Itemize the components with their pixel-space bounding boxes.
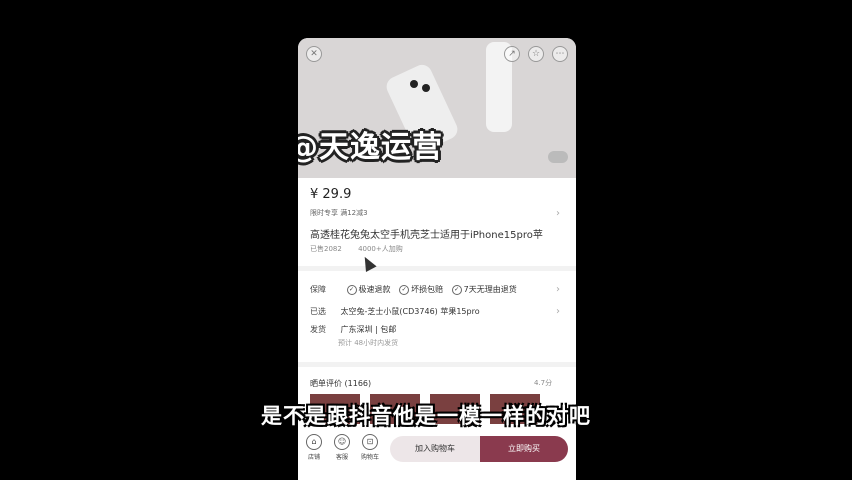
nav-store[interactable]: ⌂ 店铺	[300, 434, 328, 461]
sold-count: 已售2082	[310, 245, 342, 253]
check-icon: ✓	[346, 284, 357, 295]
sales-stats: 已售2082 4000+人加购	[310, 244, 417, 254]
promo-tag: 限时专享 满12减3	[310, 209, 368, 217]
camera-dot	[422, 84, 430, 92]
nav-service[interactable]: ☺ 客服	[328, 434, 356, 461]
star-icon[interactable]: ☆	[528, 46, 544, 62]
service-icon: ☺	[334, 434, 350, 450]
share-icon[interactable]: ↗	[504, 46, 520, 62]
product-title: 高透桂花兔兔太空手机壳芝士适用于iPhone15pro苹	[310, 230, 543, 241]
buy-now-button[interactable]: 立即购买	[480, 436, 568, 462]
price: ¥ 29.9	[310, 187, 352, 202]
image-counter	[548, 151, 568, 163]
guarantee-label: 保障	[310, 285, 326, 294]
add-to-cart-button[interactable]: 加入购物车	[390, 436, 480, 462]
divider	[298, 266, 576, 271]
cart-icon: ⊡	[362, 434, 378, 450]
more-icon[interactable]: ⋯	[552, 46, 568, 62]
divider	[298, 362, 576, 367]
product-image-banner[interactable]: ✕ ↗ ☆ ⋯ @天逸运营	[298, 38, 576, 178]
guarantee-item: ✓ 坏损包赔	[399, 284, 443, 295]
guarantee-item: ✓ 7天无理由退货	[451, 284, 517, 295]
video-subtitle: 是不是跟抖音他是一模一样的对吧	[261, 404, 591, 428]
added-count: 4000+人加购	[358, 245, 403, 253]
selected-value: 太空兔-芝士小鼠(CD3746) 苹果15pro	[340, 307, 480, 316]
ship-estimate: 预计 48小时内发货	[338, 339, 399, 347]
guarantee-row[interactable]: 保障 ✓ 极速退款 ✓ 坏损包赔 ✓ 7天无理由退货	[310, 284, 523, 295]
chevron-right-icon[interactable]: ›	[556, 208, 560, 219]
review-rating[interactable]: 4.7分	[534, 378, 552, 388]
check-icon: ✓	[451, 284, 462, 295]
reviews-header[interactable]: 晒单评价 (1166)	[310, 378, 371, 389]
chevron-right-icon[interactable]: ›	[556, 306, 560, 317]
ship-value: 广东深圳 | 包邮	[340, 325, 397, 334]
check-icon: ✓	[399, 284, 410, 295]
close-icon[interactable]: ✕	[306, 46, 322, 62]
ship-label: 发货	[310, 325, 326, 334]
watermark: @天逸运营	[298, 130, 443, 165]
chevron-right-icon[interactable]: ›	[556, 284, 560, 295]
bottom-action-bar: ⌂ 店铺 ☺ 客服 ⊡ 购物车 加入购物车 立即购买	[298, 430, 576, 480]
nav-cart[interactable]: ⊡ 购物车	[356, 434, 384, 461]
camera-dot	[410, 80, 418, 88]
selected-label: 已选	[310, 307, 326, 316]
selected-row[interactable]: 已选 太空兔-芝士小鼠(CD3746) 苹果15pro	[310, 306, 480, 317]
store-icon: ⌂	[306, 434, 322, 450]
guarantee-item: ✓ 极速退款	[346, 284, 391, 295]
shipping-row: 发货 广东深圳 | 包邮	[310, 324, 396, 335]
